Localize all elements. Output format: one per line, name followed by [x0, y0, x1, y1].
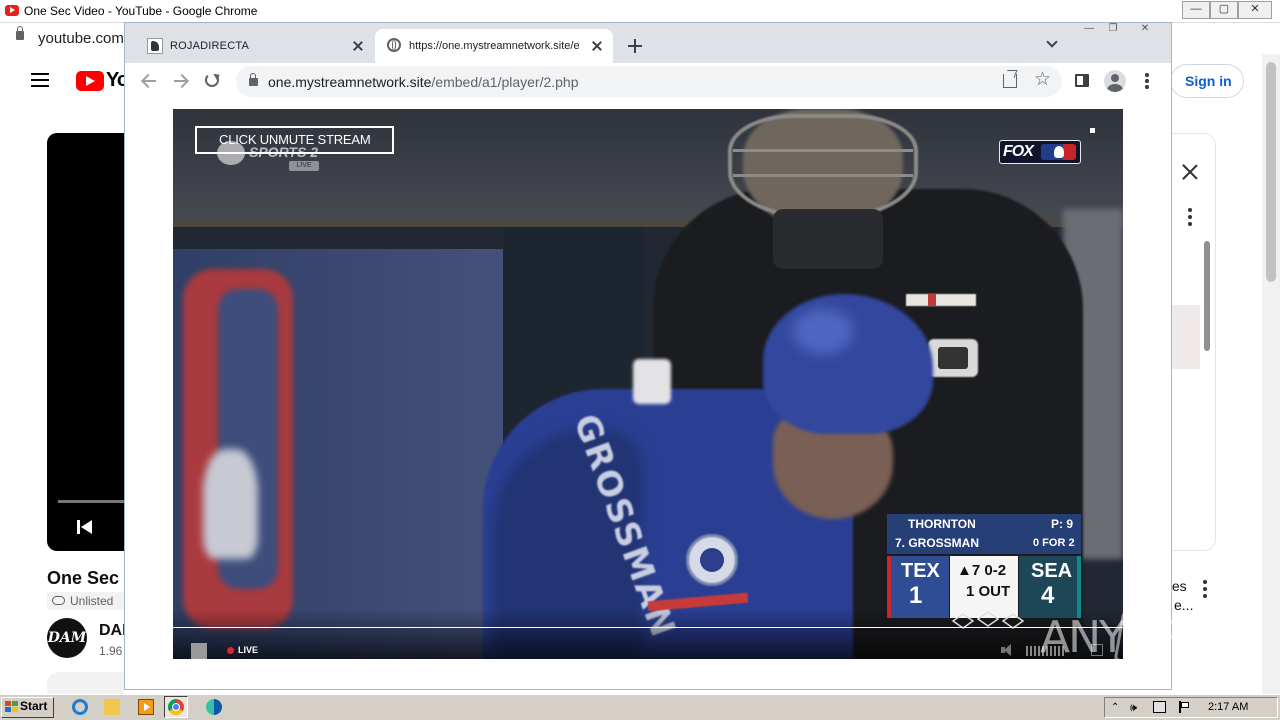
close-tab-icon[interactable] [351, 39, 365, 53]
chrome-menu-icon[interactable] [1145, 73, 1149, 89]
chrome-icon[interactable] [168, 699, 184, 715]
mlb-logo-silhouette [203, 449, 258, 559]
action-pill[interactable] [47, 672, 124, 694]
scorebug-pitch-count: P: 9 [1051, 517, 1074, 531]
watermark-text-left: ANY [1040, 612, 1126, 663]
broadcaster-logo-text: FOX [1003, 143, 1034, 160]
reload-icon[interactable] [205, 73, 219, 87]
scorebug-batter: 7. GROSSMAN [895, 536, 980, 550]
scorebug-outs: 1 OUT [966, 583, 1011, 600]
link-icon [52, 596, 65, 605]
video-title: One Sec [47, 568, 120, 588]
url-path[interactable]: /embed/a1/player/2.php [431, 74, 578, 90]
new-tab-icon[interactable] [627, 38, 643, 54]
sleeve-patch-center [700, 548, 724, 572]
bookmark-star-icon[interactable]: ☆ [1034, 70, 1051, 90]
back-arrow-icon[interactable] [141, 73, 157, 89]
umpire-mask [728, 114, 918, 219]
address-url[interactable]: one.mystreamnetwork.site/embed/a1/player… [268, 74, 579, 90]
hamburger-menu-icon[interactable] [31, 73, 49, 87]
close-window-button[interactable]: ✕ [1238, 1, 1272, 19]
youtube-video-player[interactable] [47, 133, 124, 551]
lock-icon [16, 26, 24, 40]
watermark-text-right: RUN [1160, 612, 1252, 663]
maximize-button[interactable]: ▢ [1210, 1, 1238, 19]
profile-avatar-icon[interactable] [1104, 70, 1126, 92]
youtube-favicon-icon [5, 5, 19, 16]
chrome-close-button[interactable]: ✕ [1134, 22, 1156, 38]
background-url[interactable]: youtube.com/ [38, 30, 128, 47]
umpire-stripe-red [928, 294, 936, 306]
umpire-mask-bar [733, 149, 913, 152]
network-live-tag: LIVE [289, 161, 319, 171]
globe-icon [387, 38, 401, 52]
chrome-minimize-button[interactable]: — [1078, 22, 1100, 38]
scorebug-home-team: SEA [1031, 560, 1073, 582]
media-player-icon[interactable] [138, 699, 154, 715]
url-domain[interactable]: one.mystreamnetwork.site [268, 74, 431, 90]
internet-explorer-icon[interactable] [72, 699, 88, 715]
taskbar [0, 694, 1280, 720]
lock-icon[interactable] [249, 73, 258, 86]
edge-icon[interactable] [206, 699, 222, 715]
share-icon[interactable] [1003, 74, 1017, 88]
scorebug-batter-line: 0 FOR 2 [1033, 537, 1075, 549]
page-scroll-thumb[interactable] [1266, 62, 1276, 282]
mlb-logo-icon [1041, 144, 1076, 160]
corner-indicator [1090, 128, 1095, 133]
umpire-collar [773, 209, 883, 269]
batter-ear-guard [633, 359, 671, 404]
umpire-badge-inner [938, 347, 968, 369]
scorebug-bases-icon [951, 611, 1025, 629]
subscriber-count: 1.96 [99, 644, 123, 658]
stream-video-player[interactable]: GROSSMAN SPORTS 2 LIVE CLICK UNMUTE STRE… [173, 109, 1123, 659]
scorebug-away-team: TEX [901, 560, 940, 582]
background-window-title: One Sec Video - YouTube - Google Chrome [24, 4, 258, 18]
channel-avatar[interactable]: DAM [47, 618, 87, 658]
unlisted-label: Unlisted [70, 594, 114, 608]
clock[interactable]: 2:17 AM [1208, 701, 1248, 713]
windows-logo-icon[interactable] [5, 701, 18, 713]
youtube-logo-icon[interactable] [76, 71, 104, 91]
video-seek-bar[interactable] [173, 627, 1123, 628]
recommendation-more-icon[interactable] [1203, 580, 1207, 598]
live-label: LIVE [238, 645, 259, 655]
mute-icon[interactable] [1001, 644, 1015, 656]
start-label[interactable]: Start [20, 699, 47, 713]
action-center-flag-icon[interactable] [1178, 701, 1190, 713]
umpire-mask-bar [733, 174, 913, 177]
sign-in-label[interactable]: Sign in [1185, 73, 1232, 89]
batter-helmet [763, 294, 933, 434]
file-explorer-icon[interactable] [104, 699, 120, 715]
stop-icon[interactable] [191, 643, 207, 659]
scorebug-inning-count: ▲7 0-2 [957, 562, 1007, 579]
close-panel-icon[interactable] [1180, 162, 1200, 182]
side-panel-icon[interactable] [1075, 74, 1089, 87]
network-icon[interactable] [1153, 701, 1166, 713]
chrome-restore-button[interactable]: ❐ [1102, 22, 1124, 38]
scorebug-home-score: 4 [1041, 582, 1055, 609]
more-options-icon[interactable] [1188, 208, 1192, 226]
scorebug-pitcher: THORNTON [908, 517, 976, 531]
close-tab-icon[interactable] [590, 39, 604, 53]
tab-search-chevron-icon[interactable] [1046, 38, 1058, 50]
recommendation-subtitle[interactable]: e... [1174, 597, 1193, 613]
youtube-progress-bar[interactable] [58, 500, 124, 503]
volume-icon[interactable]: 🕪 [1130, 702, 1137, 715]
panel-thumbnail[interactable] [1172, 305, 1200, 369]
channel-name[interactable]: DAI [99, 622, 124, 640]
panel-scrollbar[interactable] [1204, 241, 1210, 351]
previous-video-icon[interactable] [77, 519, 95, 535]
tab-title[interactable]: ROJADIRECTA [170, 40, 249, 52]
live-dot-icon [227, 647, 234, 654]
helmet-shine [793, 309, 853, 354]
rojadirecta-favicon-icon [147, 38, 163, 54]
forward-arrow-icon[interactable] [173, 73, 189, 89]
scorebug-away-score: 1 [909, 582, 923, 609]
minimize-button[interactable]: — [1182, 1, 1210, 19]
unmute-stream-label[interactable]: CLICK UNMUTE STREAM [219, 132, 371, 147]
tray-expand-icon[interactable]: ⌃ [1111, 702, 1119, 713]
tab-title[interactable]: https://one.mystreamnetwork.site/e [409, 40, 585, 52]
umpire-stripe [906, 294, 976, 306]
